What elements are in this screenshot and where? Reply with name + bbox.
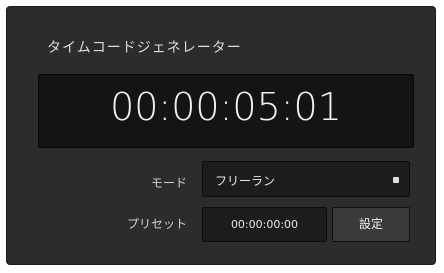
mode-selected-value: フリーラン xyxy=(215,174,276,188)
preset-timecode-field[interactable]: 00:00:00:00 xyxy=(202,207,327,242)
preset-label: プリセット xyxy=(126,217,187,231)
panel-title: タイムコードジェネレーター xyxy=(47,40,242,56)
timecode-display: 00:00:05:01 xyxy=(38,74,414,148)
dropdown-arrow-icon xyxy=(393,177,399,183)
timecode-generator-panel: タイムコードジェネレーター 00:00:05:01 モード フリーラン プリセッ… xyxy=(6,6,436,265)
mode-dropdown[interactable]: フリーラン xyxy=(202,161,410,197)
set-button[interactable]: 設定 xyxy=(332,207,410,242)
mode-label: モード xyxy=(150,176,187,190)
timecode-value: 00:00:05:01 xyxy=(110,85,342,129)
